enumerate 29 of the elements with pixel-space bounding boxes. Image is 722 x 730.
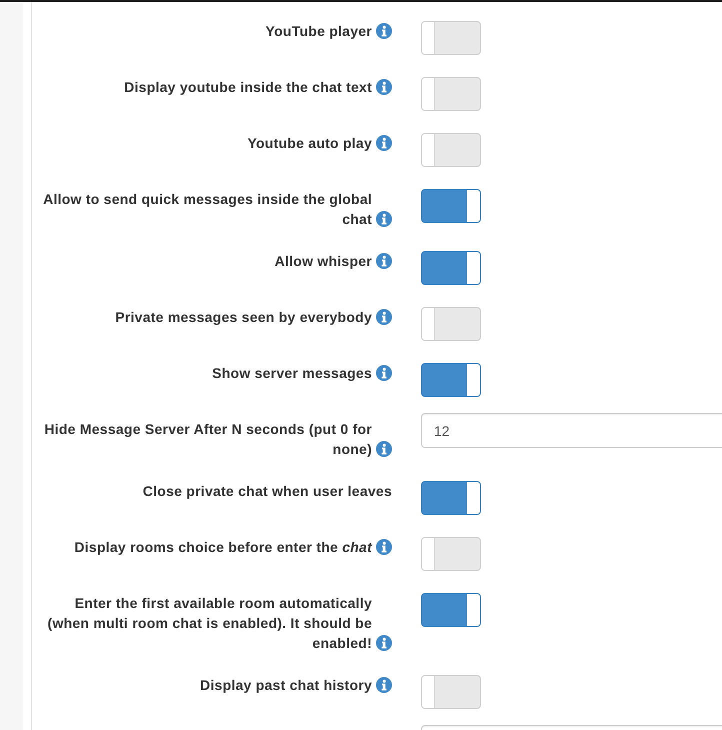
info-icon[interactable] xyxy=(376,135,392,151)
setting-label: Allow to send quick messages inside the global chat xyxy=(42,190,372,229)
setting-label: Display past chat history xyxy=(200,676,372,695)
info-icon[interactable] xyxy=(376,309,392,325)
setting-label: Enter the first available room automatically (when multi room chat is enabled). It should be enabled! xyxy=(46,594,372,653)
info-icon[interactable] xyxy=(376,539,392,555)
info-icon[interactable] xyxy=(376,211,392,227)
info-icon[interactable] xyxy=(376,441,392,457)
setting-label: Display youtube inside the chat text xyxy=(124,78,372,97)
setting-label: Display rooms choice before enter the chat xyxy=(74,538,372,557)
setting-label: Close private chat when user leaves xyxy=(142,482,392,501)
setting-label: Youtube auto play xyxy=(247,134,372,153)
toggle-switch[interactable] xyxy=(421,189,481,223)
toggle-switch[interactable] xyxy=(421,363,481,397)
setting-label: YouTube player xyxy=(266,22,372,41)
info-icon[interactable] xyxy=(376,253,392,269)
info-icon[interactable] xyxy=(376,677,392,693)
toggle-switch[interactable] xyxy=(421,593,481,627)
setting-label: Show server messages xyxy=(212,364,372,383)
text-input[interactable]: 12 xyxy=(421,413,722,448)
info-icon[interactable] xyxy=(376,365,392,381)
toggle-switch[interactable] xyxy=(421,251,481,285)
info-icon[interactable] xyxy=(376,79,392,95)
setting-label: Hide Message Server After N seconds (put 0 for none) xyxy=(43,420,372,459)
info-icon[interactable] xyxy=(376,635,392,651)
setting-label: Private messages seen by everybody xyxy=(115,308,372,327)
toggle-switch[interactable] xyxy=(421,481,481,515)
info-icon[interactable] xyxy=(376,23,392,39)
setting-label: Allow whisper xyxy=(274,252,372,271)
